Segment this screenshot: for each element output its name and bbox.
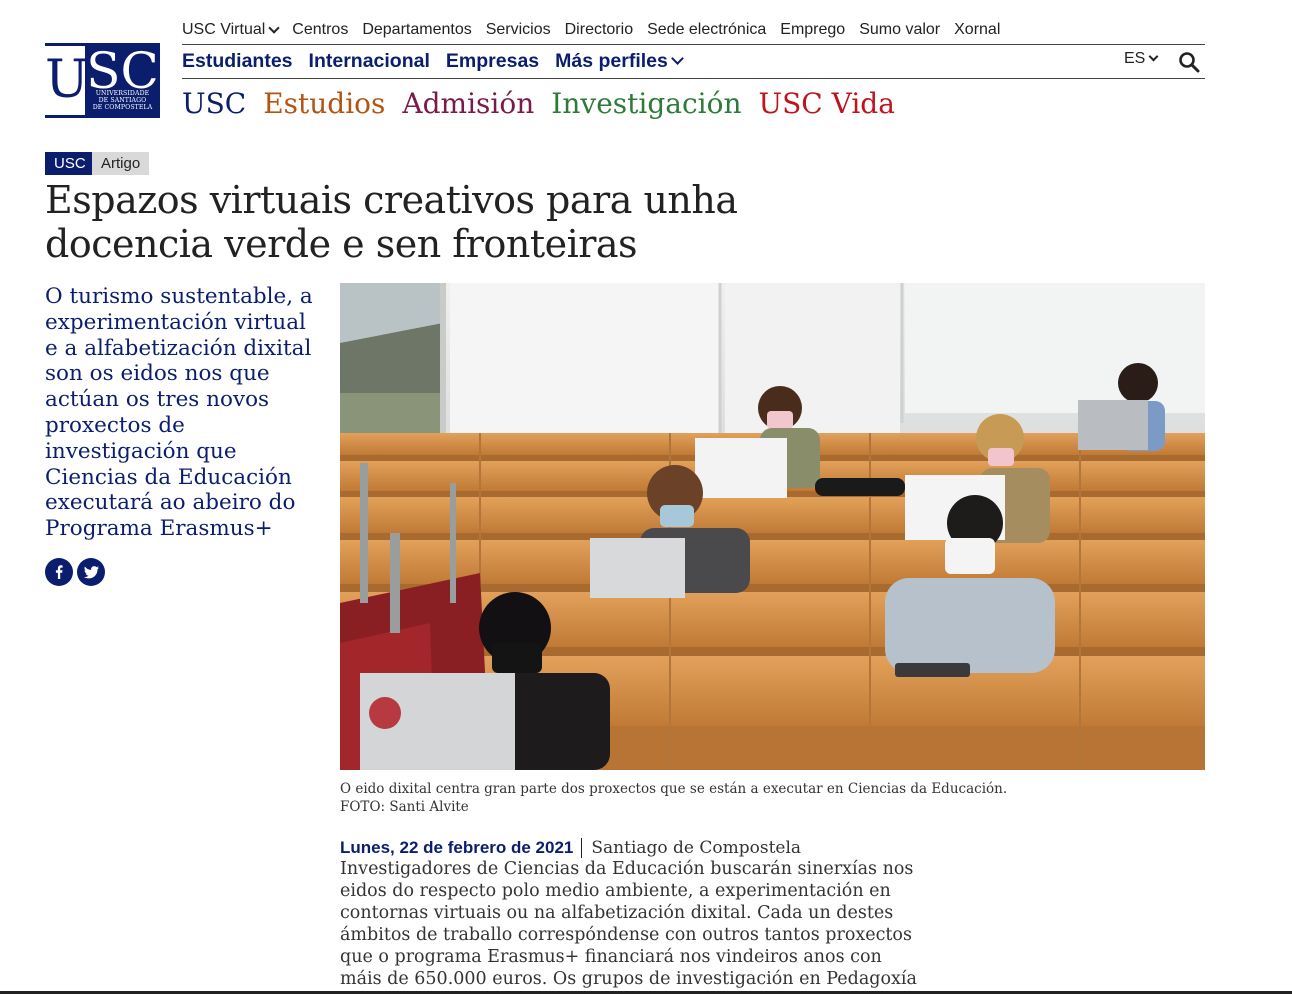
facebook-icon	[55, 565, 63, 579]
logo-subtitle-line: DE COMPOSTELA	[92, 104, 153, 111]
tag-article-type: Artigo	[92, 152, 150, 175]
chevron-down-icon	[670, 52, 684, 65]
article-date: Lunes, 22 de febrero de 2021	[340, 838, 583, 858]
util-nav-xornal[interactable]: Xornal	[954, 21, 1000, 39]
facebook-share-button[interactable]	[45, 558, 73, 586]
util-nav-sede-electronica[interactable]: Sede electrónica	[647, 21, 766, 39]
main-nav-usc[interactable]: USC	[182, 87, 246, 120]
tag-usc[interactable]: USC	[45, 152, 95, 175]
main-nav-estudios[interactable]: Estudios	[263, 87, 385, 120]
article-lead: O turismo sustentable, a experimentación…	[45, 284, 313, 542]
profile-nav-mas-perfiles[interactable]: Más perfiles	[555, 49, 684, 73]
header-divider	[182, 44, 1205, 45]
util-nav-servicios[interactable]: Servicios	[486, 21, 551, 39]
profile-nav: Estudiantes Internacional Empresas Más p…	[182, 47, 698, 75]
twitter-share-button[interactable]	[77, 558, 105, 586]
profile-nav-internacional[interactable]: Internacional	[309, 50, 430, 73]
search-icon[interactable]	[1178, 51, 1200, 73]
util-nav-departamentos[interactable]: Departamentos	[362, 21, 471, 39]
profile-nav-label: Más perfiles	[555, 49, 668, 72]
twitter-icon	[83, 565, 99, 578]
profile-nav-estudiantes[interactable]: Estudiantes	[182, 50, 293, 73]
util-nav-sumo-valor[interactable]: Sumo valor	[859, 21, 940, 39]
header-divider	[182, 78, 1205, 79]
usc-logo[interactable]: U SC UNIVERSIDADE DE SANTIAGO DE COMPOST…	[45, 43, 160, 118]
caption-text: O eido dixital centra gran parte dos pro…	[340, 781, 1008, 797]
chevron-down-icon	[268, 21, 280, 34]
main-nav-admision[interactable]: Admisión	[402, 87, 534, 120]
util-nav-emprego[interactable]: Emprego	[780, 21, 845, 39]
util-nav-centros[interactable]: Centros	[292, 21, 348, 39]
util-nav-directorio[interactable]: Directorio	[565, 21, 633, 39]
photo-caption: O eido dixital centra gran parte dos pro…	[340, 780, 1205, 816]
main-nav: USC Estudios Admisión Investigación USC …	[182, 84, 912, 122]
main-nav-usc-vida[interactable]: USC Vida	[758, 87, 894, 120]
logo-subtitle-line: UNIVERSIDADE	[95, 90, 150, 97]
util-nav-label: USC Virtual	[182, 21, 266, 38]
logo-subtitle: UNIVERSIDADE DE SANTIAGO DE COMPOSTELA	[85, 90, 160, 111]
article-meta: Lunes, 22 de febrero de 2021 Santiago de…	[340, 836, 801, 860]
page-title: Espazos virtuais creativos para unha doc…	[45, 178, 738, 266]
language-label: ES	[1124, 50, 1146, 67]
article-place: Santiago de Compostela	[591, 838, 802, 858]
photo-credit: FOTO: Santi Alvite	[340, 799, 469, 815]
language-selector[interactable]: ES	[1124, 50, 1159, 68]
article-photo	[340, 283, 1205, 770]
logo-subtitle-line: DE SANTIAGO	[98, 97, 147, 104]
logo-letter-u: U	[45, 50, 89, 110]
main-nav-investigacion[interactable]: Investigación	[551, 87, 741, 120]
profile-nav-empresas[interactable]: Empresas	[446, 50, 539, 73]
article-body: Investigadores de Ciencias da Educación …	[340, 859, 917, 994]
chevron-down-icon	[1148, 51, 1159, 62]
utility-nav: USC Virtual Centros Departamentos Servic…	[182, 17, 1205, 43]
util-nav-usc-virtual[interactable]: USC Virtual	[182, 21, 280, 39]
